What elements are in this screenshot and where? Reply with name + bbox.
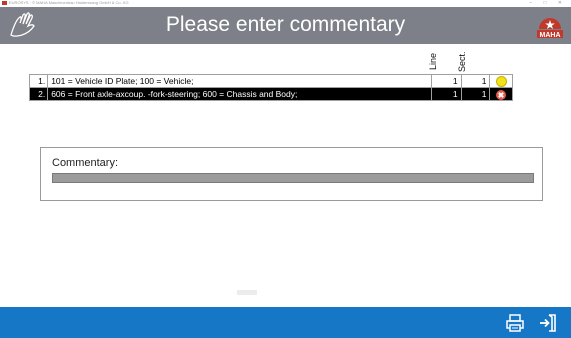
yellow-circle-icon: [495, 76, 507, 88]
exit-door-icon[interactable]: [538, 313, 558, 333]
page-title: Please enter commentary: [165, 13, 406, 36]
column-header-line: Line: [428, 52, 438, 70]
app-icon: [2, 1, 7, 5]
window-titlebar: EUROSYS · © MAHA Maschinenbau Haldenwang…: [0, 0, 571, 7]
commentary-input[interactable]: [52, 173, 534, 183]
window-controls[interactable]: – □ ✕: [529, 0, 567, 6]
commentary-panel: Commentary:: [40, 147, 543, 201]
defects-table: 1. 101 = Vehicle ID Plate; 100 = Vehicle…: [28, 73, 513, 102]
table-row[interactable]: 1. 101 = Vehicle ID Plate; 100 = Vehicle…: [28, 73, 513, 89]
resize-handle[interactable]: [237, 290, 257, 295]
table-row-selected[interactable]: 2. 606 = Front axle-axcoup. -fork-steeri…: [28, 87, 513, 102]
row-number: 1.: [28, 73, 49, 89]
row-status: [489, 73, 513, 89]
row-sect: 1: [460, 87, 491, 102]
window-title: EUROSYS · © MAHA Maschinenbau Haldenwang…: [9, 0, 129, 5]
column-header-sect: Sect.: [457, 51, 467, 72]
row-sect: 1: [460, 73, 491, 89]
row-line: 1: [430, 73, 462, 89]
maha-logo-icon: MAHA: [537, 18, 563, 39]
printer-icon[interactable]: [505, 313, 525, 333]
footer-bar: [0, 307, 571, 338]
red-x-circle-icon: [496, 90, 507, 100]
commentary-label: Commentary:: [52, 157, 119, 169]
row-status: [489, 87, 513, 102]
row-line: 1: [430, 87, 462, 102]
svg-text:MAHA: MAHA: [540, 32, 561, 39]
row-number: 2.: [28, 87, 49, 102]
row-description: 606 = Front axle-axcoup. -fork-steering;…: [47, 87, 432, 102]
row-description: 101 = Vehicle ID Plate; 100 = Vehicle;: [47, 73, 432, 89]
header-bar: Please enter commentary MAHA: [0, 7, 571, 44]
